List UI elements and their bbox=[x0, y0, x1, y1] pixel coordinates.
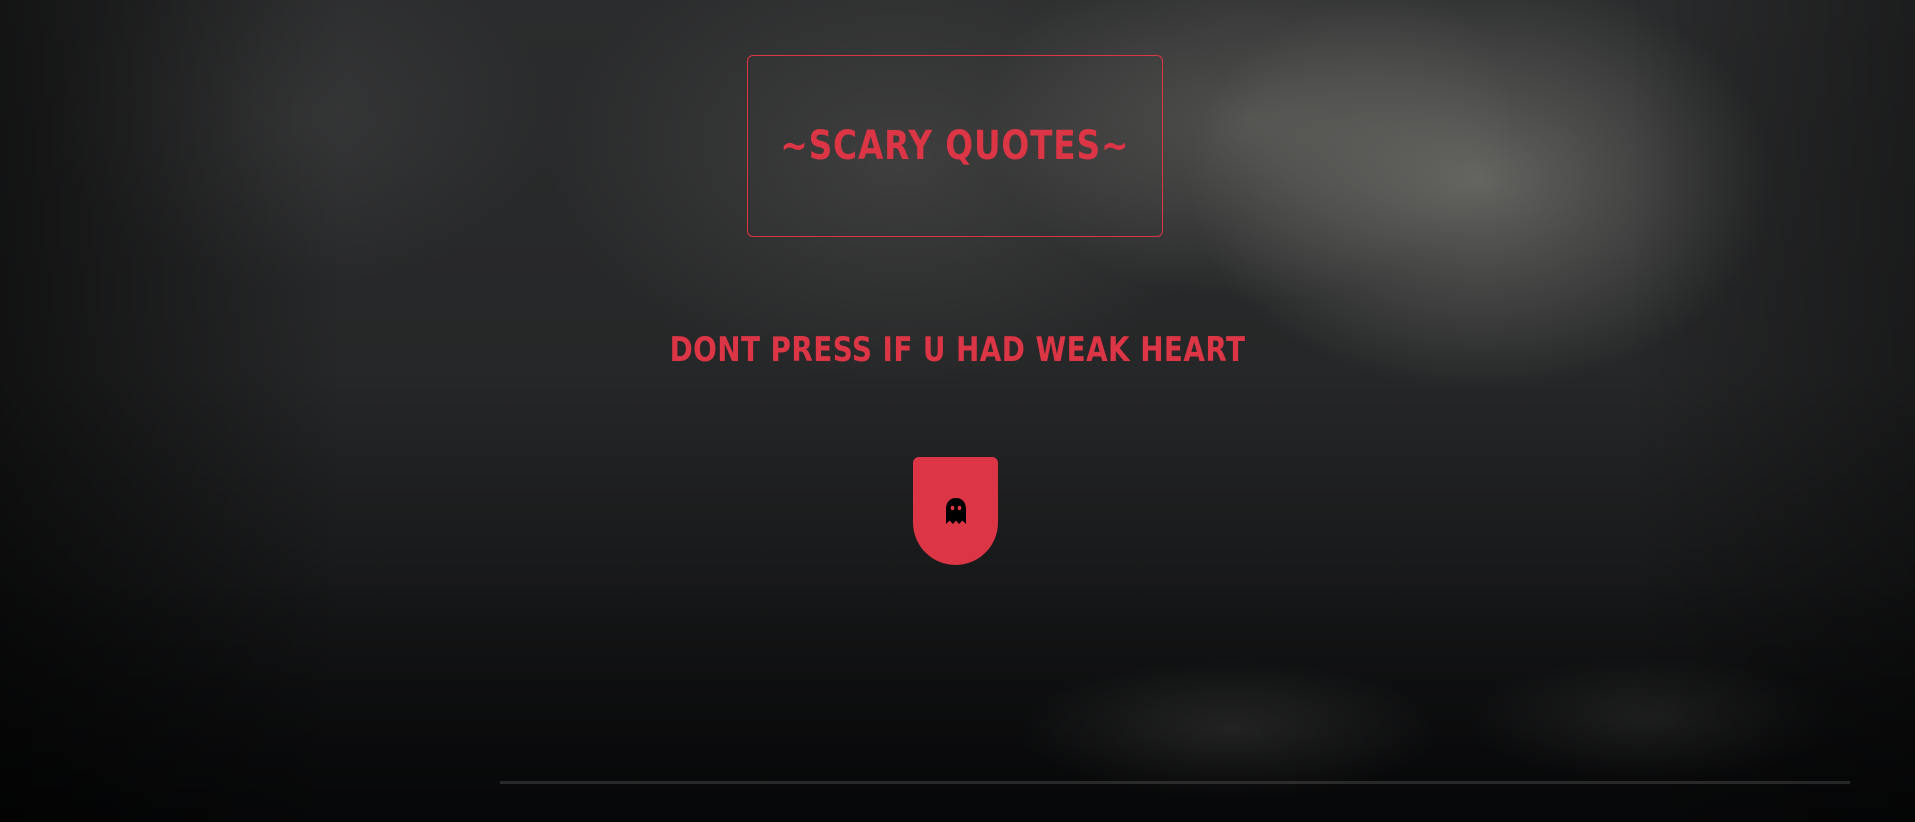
scare-button[interactable] bbox=[913, 457, 998, 565]
ghost-icon bbox=[945, 498, 966, 524]
page-title: ~SCARY QUOTES~ bbox=[780, 123, 1130, 169]
title-frame: ~SCARY QUOTES~ bbox=[747, 55, 1163, 237]
floor-edge bbox=[500, 781, 1850, 784]
warning-text: DONT PRESS IF U HAD WEAK HEART bbox=[669, 330, 1246, 370]
